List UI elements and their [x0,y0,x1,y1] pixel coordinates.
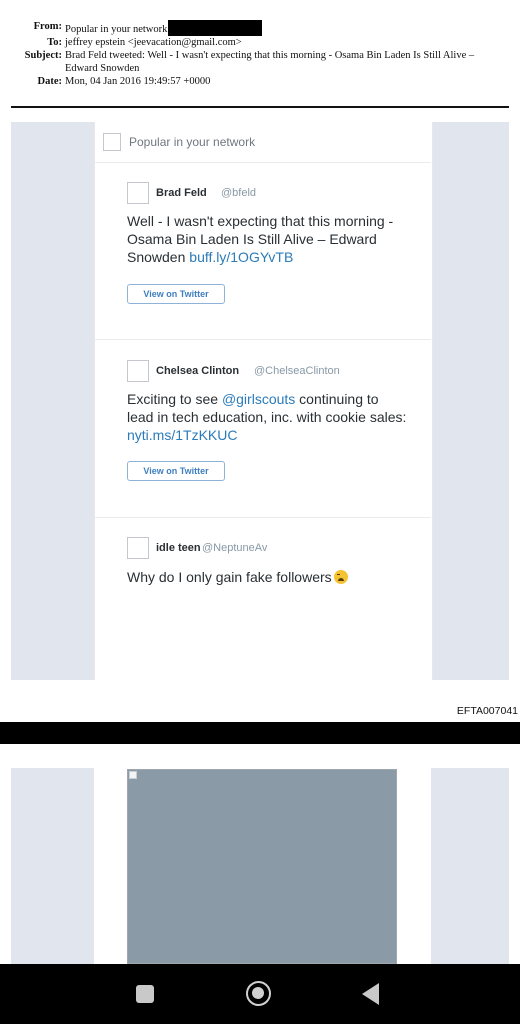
from-row: From: Popular in your network [0,20,520,36]
to-label: To: [47,37,62,48]
tweet-author-handle[interactable]: @ChelseaClinton [254,365,340,377]
broken-image-icon [129,771,137,779]
image-placeholder [127,769,397,964]
tweet-link[interactable]: buff.ly/1OGYvTB [189,249,293,265]
subject-value: Brad Feld tweeted: Well - I wasn't expec… [65,50,475,74]
tweet-author-name[interactable]: Brad Feld [156,187,207,199]
from-value: Popular in your network [65,24,168,35]
tweet-idle-teen: idle teen @NeptuneAv Why do I only gain … [94,518,431,680]
view-on-twitter-button[interactable]: View on Twitter [127,284,225,304]
subject-label: Subject: [24,50,62,61]
tweet-mention[interactable]: @girlscouts [222,391,295,407]
tweet-link[interactable]: nyti.ms/1TzKKUC [127,427,237,443]
tweet-text: Exciting to see @girlscouts continuing t… [127,391,407,443]
network-title: Popular in your network [129,135,256,149]
document-id: EFTA007041 [456,705,518,717]
from-label: From: [33,21,62,32]
avatar [127,182,149,204]
android-nav-bar [0,964,520,1024]
date-row: Date: Mon, 04 Jan 2016 19:49:57 +0000 [0,75,520,88]
body-background-right [431,768,509,964]
weary-face-emoji-icon [333,570,348,584]
subject-row: Subject: Brad Feld tweeted: Well - I was… [0,49,520,75]
tweet-author-name[interactable]: Chelsea Clinton [156,365,239,377]
tweet-brad-feld: Brad Feld @bfeld Well - I wasn't expecti… [94,162,431,339]
home-icon[interactable] [246,981,271,1006]
date-value: Mon, 04 Jan 2016 19:49:57 +0000 [65,76,211,87]
header-divider [11,106,509,108]
network-header: Popular in your network [94,122,431,163]
recents-icon[interactable] [136,985,154,1003]
page-break [0,722,520,744]
email-meta: From: Popular in your network To: jeffre… [0,20,520,88]
tweet-chelsea-clinton: Chelsea Clinton @ChelseaClinton Exciting… [94,340,431,517]
body-background-left [11,768,94,964]
redaction-bar [168,20,263,36]
view-on-twitter-button[interactable]: View on Twitter [127,461,225,481]
date-label: Date: [37,76,63,87]
tweet-text: Why do I only gain fake followers [127,568,412,586]
email-page: From: Popular in your network To: jeffre… [0,0,520,722]
tweet-text: Well - I wasn't expecting that this morn… [127,213,394,265]
to-row: To: jeffrey epstein <jeevacation@gmail.c… [0,36,520,49]
back-icon[interactable] [362,983,379,1005]
avatar [127,360,149,382]
avatar [127,537,149,559]
tweet-author-handle[interactable]: @NeptuneAv [202,542,267,554]
to-value: jeffrey epstein <jeevacation@gmail.com> [65,37,242,48]
tweet-author-name[interactable]: idle teen [156,542,201,554]
tweet-author-handle[interactable]: @bfeld [221,187,256,199]
broken-image-icon [103,133,121,151]
